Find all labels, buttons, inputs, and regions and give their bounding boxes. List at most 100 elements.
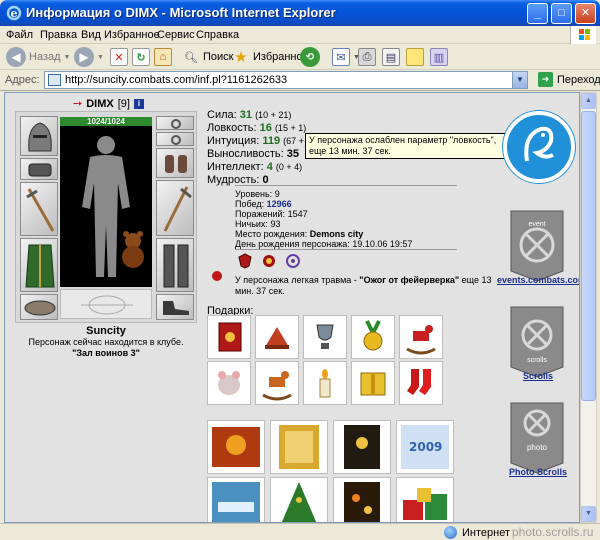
gift-medal[interactable] (351, 315, 395, 359)
home-button[interactable]: ⌂ (154, 47, 172, 67)
menu-favorites[interactable]: Избранное (104, 29, 160, 41)
boots-slot[interactable] (156, 294, 194, 320)
postcard-5[interactable] (207, 477, 265, 522)
menu-help[interactable]: Справка (196, 29, 239, 41)
back-button[interactable]: ◀ Назад ▼ (6, 47, 70, 67)
character-city: Suncity (86, 325, 126, 337)
close-button[interactable]: ✕ (575, 3, 596, 24)
maximize-button[interactable]: □ (551, 3, 572, 24)
title-bar[interactable]: e Информация о DIMX - Microsoft Internet… (0, 0, 600, 26)
stat-strength: Сила: 31 (10 + 21) (207, 109, 292, 121)
photo-scrolls-banner[interactable]: photo (507, 401, 567, 475)
gift-red-book[interactable] (207, 315, 251, 359)
mail-button[interactable]: ✉ ▼ (332, 47, 360, 67)
search-button[interactable]: 🔍︎ Поиск (182, 47, 233, 67)
armor-icon (25, 244, 55, 288)
print-button[interactable]: ⎙ (358, 47, 376, 67)
gift-socks[interactable] (399, 361, 443, 405)
toolbar: ◀ Назад ▼ ▶ ▼ ✕ ↻ ⌂ 🔍︎ Поиск ★ Избранное… (0, 44, 600, 70)
injury-icon (212, 271, 222, 281)
discuss-button[interactable] (406, 47, 424, 67)
scrolls-banner-label: scrolls (527, 357, 547, 364)
belt-slot[interactable] (20, 294, 58, 320)
teddy-bear-icon (116, 229, 150, 269)
events-link[interactable]: events.combats.com (497, 275, 579, 285)
menu-tools[interactable]: Сервис (157, 29, 195, 41)
vertical-scrollbar[interactable]: ▲ ▼ (580, 92, 597, 523)
address-input[interactable]: http://suncity.combats.com/inf.pl?116126… (44, 71, 528, 89)
character-level-badge: [9] (117, 97, 130, 110)
character-body[interactable]: 1024/1024 (60, 117, 152, 287)
scrolls-link[interactable]: Scrolls (497, 371, 579, 381)
character-header: ➙ DIMX [9] i (73, 97, 144, 110)
ring-slot-1[interactable] (156, 116, 194, 130)
gloves-slot[interactable] (156, 148, 194, 178)
weapon-right-slot[interactable] (156, 180, 194, 236)
minimize-button[interactable]: _ (527, 3, 548, 24)
weapon-left-slot[interactable] (20, 182, 58, 236)
menu-view[interactable]: Вид (81, 29, 101, 41)
ring-badge-icon[interactable] (285, 253, 301, 269)
stop-button[interactable]: ✕ (110, 47, 128, 67)
postcards-grid: 2009 (207, 420, 454, 522)
history-button[interactable]: ⟲ (300, 47, 320, 67)
award-icons (237, 253, 301, 269)
helmet-slot[interactable] (20, 116, 58, 156)
menu-file[interactable]: Файл (6, 29, 33, 41)
stop-icon: ✕ (110, 48, 128, 66)
book-icon (218, 322, 242, 352)
history-icon: ⟲ (300, 47, 320, 67)
postcard-7[interactable] (333, 477, 391, 522)
gift-rocking-horse[interactable] (399, 315, 443, 359)
emblem-plate (60, 289, 152, 319)
scroll-thumb[interactable] (581, 111, 596, 401)
go-arrow-icon: ➜ (538, 72, 553, 87)
postcard-3[interactable] (333, 420, 391, 474)
scrolls-banner[interactable]: scrolls (507, 305, 567, 379)
note-icon (406, 48, 424, 66)
postcard-8[interactable] (396, 477, 454, 522)
legs-slot[interactable] (156, 238, 194, 292)
postcard-6[interactable] (270, 477, 328, 522)
gift-mouse[interactable] (207, 361, 251, 405)
postcard-2[interactable] (270, 420, 328, 474)
photo-banner-label: photo (526, 443, 548, 452)
scroll-up-icon[interactable]: ▲ (581, 93, 596, 109)
ring-slot-2[interactable] (156, 132, 194, 146)
info-icon[interactable]: i (133, 98, 144, 109)
refresh-button[interactable]: ↻ (132, 47, 150, 67)
menu-edit[interactable]: Правка (40, 29, 77, 41)
ring-icon (171, 135, 181, 145)
chevron-down-icon[interactable]: ▼ (512, 72, 527, 88)
star-badge-icon[interactable] (261, 253, 277, 269)
postcard-fireworks-icon (212, 427, 260, 467)
edit-button[interactable]: ▤ (382, 47, 400, 67)
favorites-button[interactable]: ★ Избранное (232, 47, 308, 67)
scroll-down-icon[interactable]: ▼ (581, 506, 596, 522)
armor-slot[interactable] (20, 238, 58, 292)
shield-badge-icon[interactable] (237, 253, 253, 269)
bracers-slot[interactable] (20, 158, 58, 180)
events-banner[interactable]: event (507, 209, 567, 283)
messenger-button[interactable]: ▥ (430, 47, 448, 67)
photo-scrolls-link[interactable]: Photo Scrolls (497, 467, 579, 477)
forward-button[interactable]: ▶ ▼ (74, 47, 104, 67)
gifts-grid (207, 315, 444, 405)
gift-trophy[interactable] (303, 315, 347, 359)
gift-rocking-horse-2[interactable] (255, 361, 299, 405)
postcard-night-icon (344, 425, 380, 469)
postcard-1[interactable] (207, 420, 265, 474)
gift-cake[interactable] (255, 315, 299, 359)
socks-icon (407, 369, 431, 395)
go-button[interactable]: ➜ Переход (538, 72, 600, 87)
gift-candle[interactable] (303, 361, 347, 405)
injury-text: У персонажа легкая травма - "Ожог от фей… (235, 275, 492, 296)
character-name[interactable]: DIMX (86, 98, 114, 110)
boots-icon (163, 301, 189, 315)
security-zone: Интернет (444, 526, 510, 539)
postcard-4[interactable]: 2009 (396, 420, 454, 474)
dragon-logo-icon[interactable] (503, 111, 575, 183)
gift-gold-box[interactable] (351, 361, 395, 405)
page-viewport[interactable]: ➙ DIMX [9] i 1024/1024 Suncity Персонаж … (4, 92, 580, 523)
window-title: Информация о DIMX - Microsoft Internet E… (26, 5, 336, 20)
